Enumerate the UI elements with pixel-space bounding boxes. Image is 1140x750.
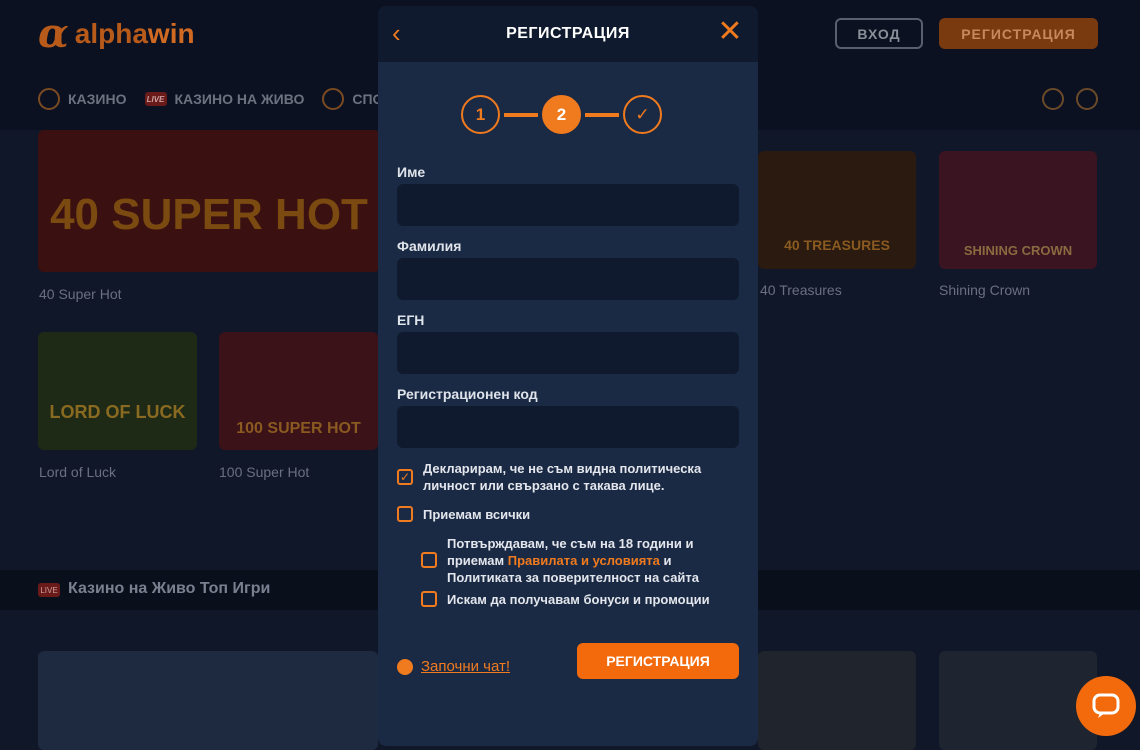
- register-submit-button[interactable]: РЕГИСТРАЦИЯ: [577, 643, 739, 679]
- game-art-title: 100 SUPER HOT: [236, 420, 361, 437]
- registration-code-input[interactable]: [397, 406, 739, 448]
- step-3-check-icon: ✓: [623, 95, 662, 134]
- declare-checkbox-checked[interactable]: ✓: [397, 469, 413, 485]
- step-indicator: 1 2 ✓: [461, 95, 662, 134]
- logo[interactable]: α alphawin: [38, 14, 195, 54]
- live-game-tile[interactable]: [38, 651, 378, 750]
- start-chat-link[interactable]: Започни чат!: [397, 658, 510, 675]
- last-name-label: Фамилия: [397, 238, 462, 254]
- game-tile-40-treasures[interactable]: 40 TREASURES: [758, 151, 916, 269]
- chat-bubble-icon: [1092, 693, 1120, 718]
- register-button-header[interactable]: РЕГИСТРАЦИЯ: [939, 18, 1098, 49]
- alpha-logo-icon: α: [38, 10, 69, 57]
- login-button[interactable]: ВХОД: [835, 18, 923, 49]
- chat-bubble-icon: [397, 658, 413, 675]
- live-game-tile[interactable]: [939, 651, 1097, 750]
- accept-all-label: Приемам всички: [423, 507, 531, 522]
- game-art-title: 40 SUPER HOT: [50, 190, 368, 239]
- game-tile-lord-of-luck[interactable]: LORD OF LUCK: [38, 332, 197, 450]
- main-nav: КАЗИНО LIVE КАЗИНО НА ЖИВО СПОРТ: [38, 88, 401, 110]
- terms-checkbox[interactable]: [421, 552, 437, 568]
- accept-all-checkbox[interactable]: [397, 506, 413, 522]
- first-name-input[interactable]: [397, 184, 739, 226]
- game-label: Shining Crown: [939, 282, 1031, 298]
- egn-label: ЕГН: [397, 312, 425, 328]
- game-tile-100-super-hot[interactable]: 100 SUPER HOT: [219, 332, 378, 450]
- bonus-label: Искам да получавам бонуси и промоции: [447, 592, 710, 607]
- modal-title: РЕГИСТРАЦИЯ: [506, 25, 630, 42]
- terms-link[interactable]: Правилата и условията: [508, 553, 660, 568]
- close-icon[interactable]: ✕: [716, 17, 744, 47]
- live-chat-button[interactable]: [1076, 676, 1136, 736]
- first-name-label: Име: [397, 164, 426, 180]
- step-2-active: 2: [542, 95, 581, 134]
- game-art-title: 40 TREASURES: [784, 237, 890, 253]
- live-game-tile[interactable]: [758, 651, 916, 750]
- game-tile-shining-crown[interactable]: SHINING CROWN: [939, 151, 1097, 269]
- soccer-ball-icon: [322, 88, 345, 110]
- step-connector: [585, 112, 619, 117]
- nav-item-casino[interactable]: КАЗИНО: [38, 88, 127, 110]
- terms-label: Потвърждавам, че съм на 18 години и прие…: [447, 536, 700, 585]
- registration-code-label: Регистрационен код: [397, 386, 538, 402]
- game-tile-40-super-hot[interactable]: 40 SUPER HOT: [38, 130, 380, 272]
- last-name-input[interactable]: [397, 258, 739, 300]
- chat-icon[interactable]: [1042, 88, 1064, 110]
- game-art-title: SHINING CROWN: [963, 243, 1073, 258]
- egn-input[interactable]: [397, 332, 739, 374]
- header-icons: [1042, 88, 1098, 110]
- game-art-title: LORD OF LUCK: [49, 402, 186, 422]
- bonus-checkbox[interactable]: [421, 591, 437, 607]
- game-label: 100 Super Hot: [219, 464, 310, 480]
- live-icon: LIVE: [144, 92, 167, 106]
- declare-checkbox-label: Декларирам, че не съм видна политическа …: [423, 461, 702, 493]
- game-label: 40 Treasures: [760, 282, 842, 298]
- nav-item-live-casino[interactable]: LIVE КАЗИНО НА ЖИВО: [144, 88, 304, 110]
- game-label: Lord of Luck: [39, 464, 117, 480]
- step-1: 1: [461, 95, 500, 134]
- back-arrow-icon[interactable]: ‹: [392, 20, 416, 46]
- registration-modal: ‹ РЕГИСТРАЦИЯ ✕ 1 2 ✓ Име Фамилия ЕГН Ре…: [378, 6, 758, 746]
- live-icon: LIVE: [38, 583, 60, 597]
- modal-header: ‹ РЕГИСТРАЦИЯ ✕: [378, 6, 758, 62]
- step-connector: [504, 112, 538, 117]
- theme-toggle-icon[interactable]: [1076, 88, 1098, 110]
- casino-chip-icon: [38, 88, 60, 110]
- section-title: Казино на Живо Топ Игри: [68, 580, 271, 597]
- logo-text: alphawin: [74, 18, 195, 49]
- game-label: 40 Super Hot: [39, 286, 122, 302]
